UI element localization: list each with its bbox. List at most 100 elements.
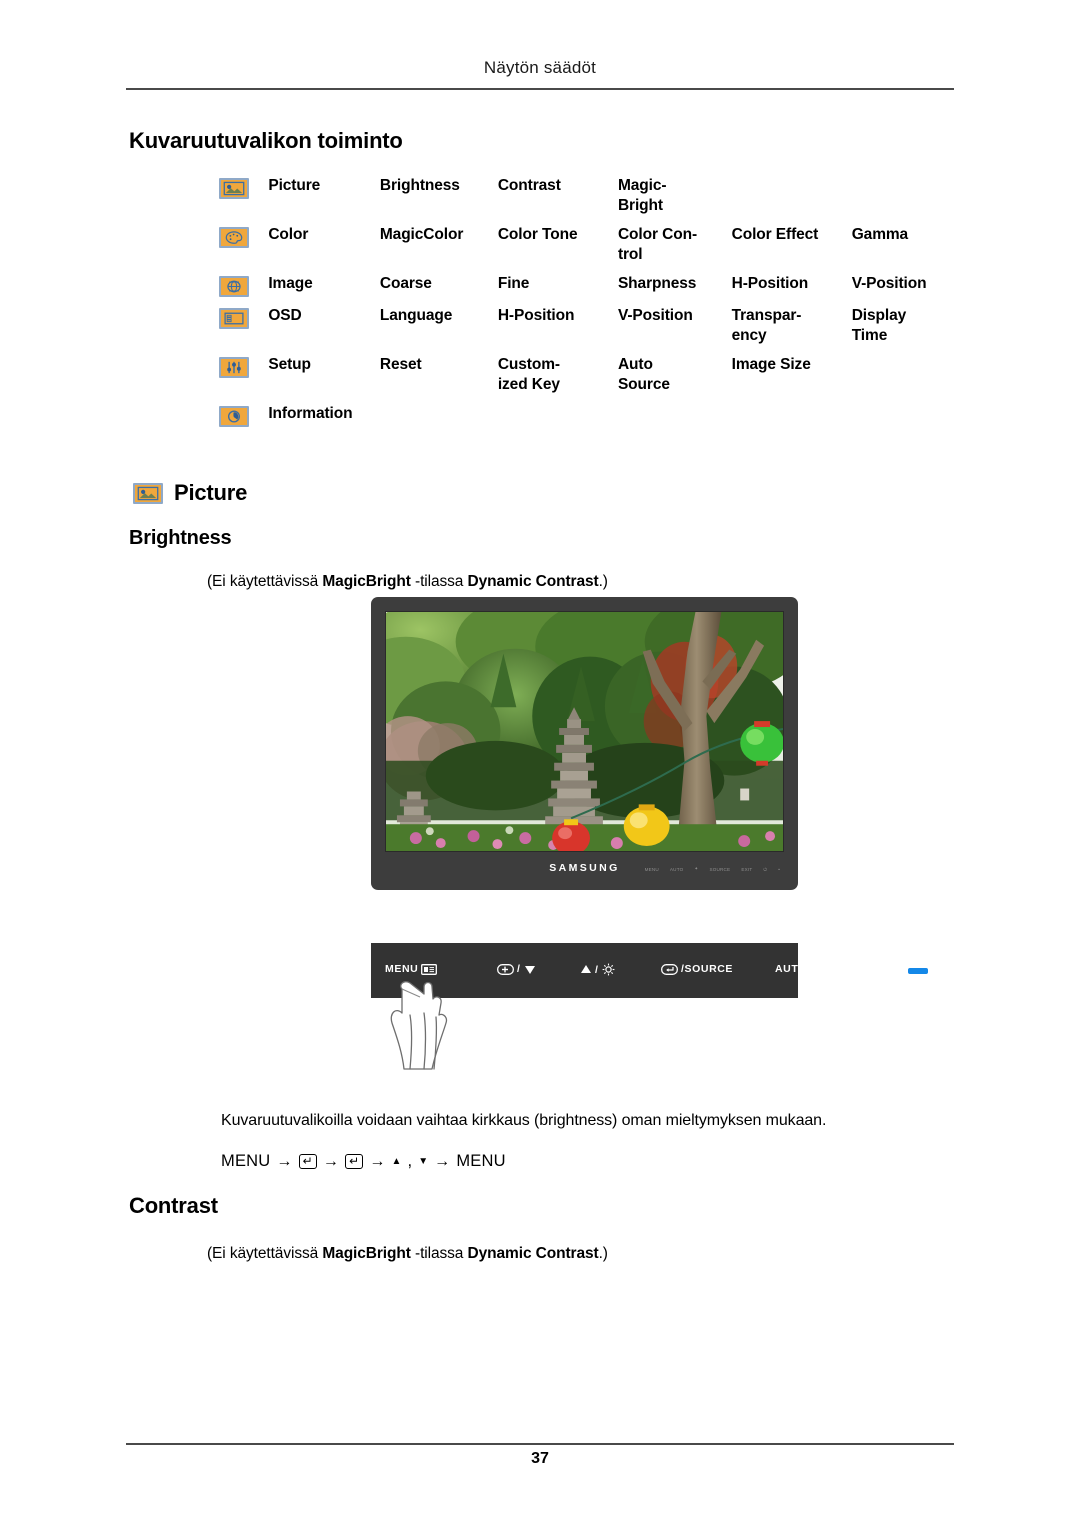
power-icon (851, 960, 870, 979)
menu-icon-cell (219, 176, 268, 225)
menu-item: MagicColor (379, 226, 464, 243)
picture-section-heading: Picture (133, 480, 247, 506)
menu-button-label: MENU (385, 963, 419, 975)
monitor-illustration: SAMSUNG MENU AUTO ✦ SOURCE EXIT ⏻ • (371, 597, 798, 890)
menu-item (380, 404, 498, 436)
monitor-bezel: SAMSUNG MENU AUTO ✦ SOURCE EXIT ⏻ • (385, 852, 784, 888)
page-title: Kuvaruutuvalikon toiminto (129, 128, 403, 153)
menu-navigation-sequence: MENU → ↵ → ↵ → ▲ , ▼ → MENU (221, 1152, 506, 1171)
menu-item (618, 404, 732, 436)
note-suffix: .) (598, 573, 608, 590)
menu-icon (421, 963, 438, 975)
bezel-key-auto: AUTO (669, 866, 684, 872)
bezel-key-exit: EXIT (741, 866, 753, 872)
picture-menu-icon (219, 178, 249, 199)
contrast-heading: Contrast (129, 1193, 218, 1218)
control-panel-keys: MENU / / /SOURCE AUTO (371, 943, 928, 998)
contrast-note: (Ei käytettävissä MagicBright -tilassa D… (207, 1243, 608, 1265)
table-row: Picture Brightness Contrast Magic- Brigh… (219, 176, 959, 225)
menu-group-name: Information (268, 405, 353, 422)
menu-item (732, 176, 852, 225)
menu-icon-cell (219, 355, 268, 404)
picture-heading-label: Picture (174, 480, 248, 505)
menu-seq-arrow-3: → (369, 1152, 386, 1170)
information-menu-icon (219, 406, 249, 427)
menu-icon-cell (219, 225, 268, 274)
power-button[interactable] (851, 960, 870, 979)
up-brightness-separator: / (595, 963, 599, 976)
menu-group-name: Image (268, 275, 313, 292)
note-prefix: (Ei käytettävissä (207, 573, 323, 590)
menu-item: Gamma (851, 226, 909, 243)
menu-seq-comma: , (407, 1152, 413, 1170)
garden-scene-image (386, 612, 783, 851)
triangle-down-icon: ▼ (418, 1156, 429, 1167)
auto-button-label: AUTO (775, 963, 807, 975)
menu-item: Language (379, 307, 453, 324)
note-middle: -tilassa (410, 573, 468, 590)
plus-down-separator: / (517, 963, 521, 975)
menu-item: Display Time (851, 307, 907, 344)
plus-box-icon (497, 963, 514, 975)
menu-item: Transpar- ency (731, 307, 802, 344)
triangle-up-icon (580, 964, 592, 975)
osd-menu-icon (219, 308, 249, 329)
menu-seq-arrow-4: → (434, 1152, 451, 1170)
table-row: Color MagicColor Color Tone Color Con- t… (219, 225, 959, 274)
picture-menu-icon (133, 482, 163, 504)
setup-menu-icon (219, 357, 249, 378)
note-bold-dynamic-contrast: Dynamic Contrast (467, 1245, 599, 1262)
table-row: Image Coarse Fine Sharpness H-Position V… (219, 274, 959, 306)
menu-item: Fine (497, 275, 530, 292)
bezel-key-source: SOURCE (709, 866, 731, 872)
table-row: Setup Reset Custom- ized Key Auto Source… (219, 355, 959, 404)
menu-item: Contrast (497, 177, 561, 194)
menu-item: Color Con- trol (617, 226, 698, 263)
bezel-key-menu: MENU (644, 866, 659, 872)
brightness-heading: Brightness (129, 527, 232, 549)
menu-button[interactable]: MENU (385, 963, 438, 975)
note-suffix: .) (598, 1245, 608, 1262)
note-bold-magicbright: MagicBright (322, 573, 411, 590)
menu-item: Reset (379, 356, 422, 373)
menu-icon-cell (219, 274, 268, 306)
menu-icon-cell (219, 306, 268, 355)
menu-group-name: Setup (268, 356, 311, 373)
footer-divider (126, 1443, 954, 1445)
up-brightness-button[interactable]: / (580, 963, 615, 976)
source-button-label: /SOURCE (681, 963, 734, 975)
page-number: 37 (531, 1450, 549, 1467)
menu-item: Brightness (379, 177, 460, 194)
image-menu-icon (219, 276, 249, 297)
menu-group-name: Picture (268, 177, 321, 194)
menu-item: Coarse (379, 275, 432, 292)
note-bold-magicbright: MagicBright (322, 1245, 411, 1262)
menu-item (852, 176, 959, 225)
auto-button[interactable]: AUTO (775, 963, 807, 975)
control-panel-illustration: MENU / / /SOURCE AUTO (371, 943, 928, 998)
note-middle: -tilassa (410, 1245, 468, 1262)
menu-item (498, 404, 618, 436)
bezel-key-power: ⏻ (763, 866, 768, 872)
menu-icon-cell (219, 404, 268, 436)
menu-group-name: Color (268, 226, 309, 243)
brightness-sun-icon (602, 963, 615, 976)
menu-item: H-Position (731, 275, 809, 292)
table-row: OSD Language H-Position V-Position Trans… (219, 306, 959, 355)
menu-item (732, 404, 852, 436)
menu-item: V-Position (617, 307, 693, 324)
triangle-down-icon (524, 964, 536, 975)
menu-item: Magic- Bright (617, 177, 667, 214)
source-button[interactable]: /SOURCE (661, 963, 733, 975)
note-prefix: (Ei käytettävissä (207, 1245, 323, 1262)
color-menu-icon (219, 227, 249, 248)
led-indicator (908, 968, 928, 974)
bezel-key-labels: MENU AUTO ✦ SOURCE EXIT ⏻ • (645, 866, 780, 872)
menu-item: Color Tone (497, 226, 578, 243)
bezel-key-led: • (778, 866, 780, 872)
plus-down-button[interactable]: / (497, 963, 536, 975)
menu-item: Color Effect (731, 226, 819, 243)
menu-item: H-Position (497, 307, 575, 324)
menu-item (852, 404, 959, 436)
monitor-screen (385, 611, 784, 852)
